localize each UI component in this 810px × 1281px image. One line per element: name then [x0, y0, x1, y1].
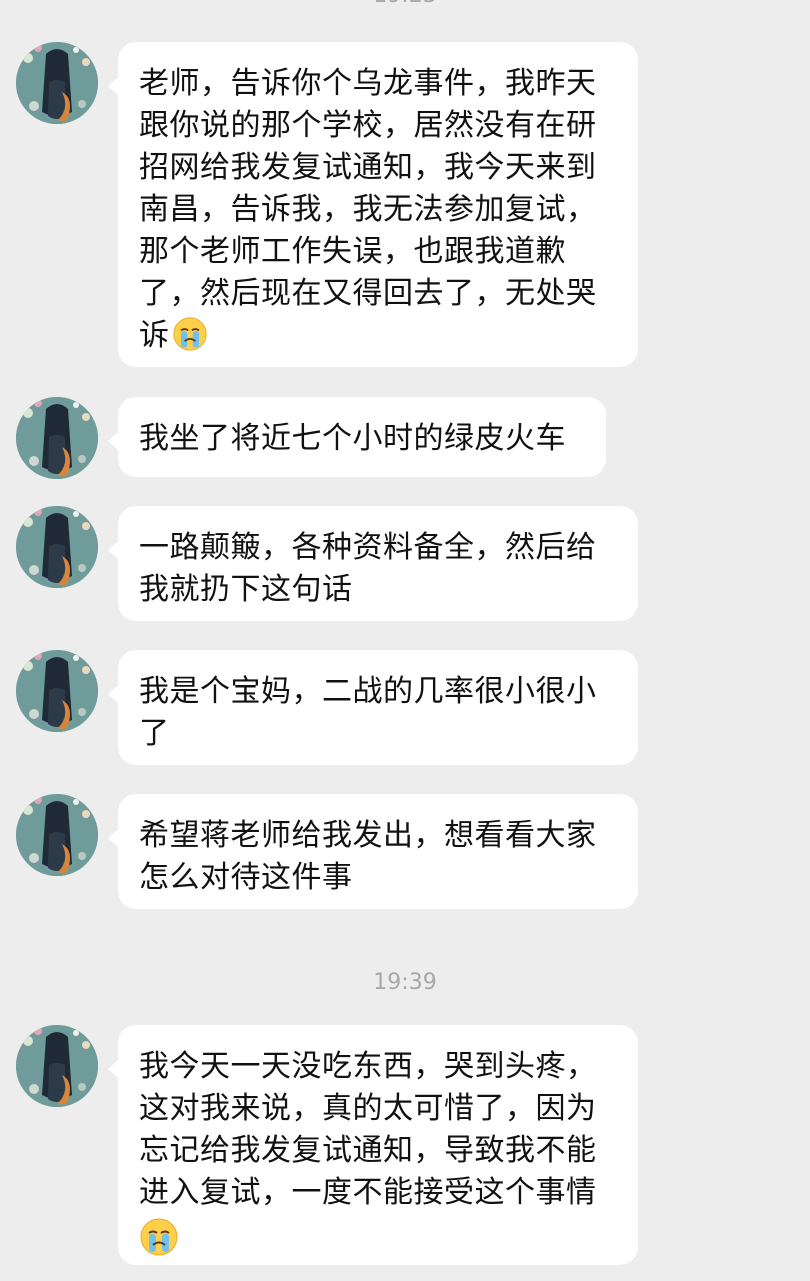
- message-text-line: 了: [139, 716, 170, 751]
- message-text-line: 老师，告诉你个乌龙事件，我昨天: [139, 66, 597, 101]
- message-text-line: 忘记给我发复试通知，导致我不能: [139, 1133, 597, 1168]
- message-text-line: 进入复试，一度不能接受这个事情: [139, 1175, 597, 1210]
- avatar[interactable]: [16, 42, 98, 124]
- message-text-line: 一路颠簸，各种资料备全，然后给: [139, 530, 597, 565]
- avatar[interactable]: [16, 397, 98, 479]
- message-text-line: 希望蒋老师给我发出，想看看大家: [139, 818, 597, 853]
- message-text-line: 跟你说的那个学校，居然没有在研: [139, 108, 597, 143]
- avatar[interactable]: [16, 506, 98, 588]
- avatar-portrait-icon: [16, 794, 98, 876]
- message-text-line: 怎么对待这件事: [139, 860, 353, 895]
- message-text-line: 这对我来说，真的太可惜了，因为: [139, 1091, 597, 1126]
- message-text-line: 我坐了将近七个小时的绿皮火车: [139, 421, 566, 456]
- message-bubble[interactable]: 我是个宝妈，二战的几率很小很小 了: [108, 650, 638, 765]
- timestamp-top: 19:23: [0, 0, 810, 10]
- avatar[interactable]: [16, 1025, 98, 1107]
- message-text-line: 我就扔下这句话: [139, 572, 353, 607]
- message-text-line: 招网给我发复试通知，我今天来到: [139, 150, 597, 185]
- crying-face-emoji-icon: [140, 1218, 178, 1256]
- avatar-portrait-icon: [16, 1025, 98, 1107]
- message-text-line: 我今天一天没吃东西，哭到头疼，: [139, 1049, 597, 1084]
- message-bubble[interactable]: 我坐了将近七个小时的绿皮火车: [108, 397, 606, 477]
- message-bubble[interactable]: 老师，告诉你个乌龙事件，我昨天 跟你说的那个学校，居然没有在研 招网给我发复试通…: [108, 42, 638, 367]
- message-bubble[interactable]: 希望蒋老师给我发出，想看看大家 怎么对待这件事: [108, 794, 638, 909]
- chat-view: 19:23 老师，告诉你个乌龙事件，我昨天 跟你说的那个学校，居然没有在研 招网…: [0, 0, 810, 1281]
- crying-face-emoji-icon: [172, 316, 207, 351]
- avatar-portrait-icon: [16, 42, 98, 124]
- message-bubble[interactable]: 一路颠簸，各种资料备全，然后给 我就扔下这句话: [108, 506, 638, 621]
- message-bubble[interactable]: 我今天一天没吃东西，哭到头疼， 这对我来说，真的太可惜了，因为 忘记给我发复试通…: [108, 1025, 638, 1265]
- message-text-line: 那个老师工作失误，也跟我道歉: [139, 234, 566, 269]
- message-text-line: 我是个宝妈，二战的几率很小很小: [139, 674, 597, 709]
- avatar-portrait-icon: [16, 397, 98, 479]
- message-text-line: 南昌，告诉我，我无法参加复试，: [139, 192, 597, 227]
- message-text-line: 诉: [139, 315, 618, 357]
- avatar[interactable]: [16, 650, 98, 732]
- message-text-line: 了，然后现在又得回去了，无处哭: [139, 276, 597, 311]
- avatar-portrait-icon: [16, 506, 98, 588]
- timestamp-middle: 19:39: [373, 970, 437, 995]
- avatar[interactable]: [16, 794, 98, 876]
- avatar-portrait-icon: [16, 650, 98, 732]
- message-text-fragment: 诉: [139, 318, 170, 353]
